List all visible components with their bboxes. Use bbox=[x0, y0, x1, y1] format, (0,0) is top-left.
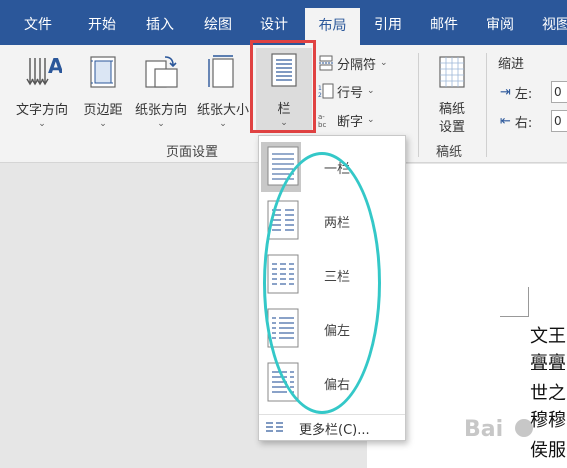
columns-icon bbox=[271, 53, 297, 87]
menu-item-label: 偏右 bbox=[324, 378, 351, 393]
margins-button[interactable]: 页边距 ⌄ bbox=[76, 53, 130, 129]
hyphenation-icon: a- bc bbox=[318, 113, 326, 128]
margins-label: 页边距 bbox=[83, 103, 123, 118]
chevron-down-icon: ⌄ bbox=[280, 118, 288, 128]
document-line: 文王 bbox=[530, 326, 566, 347]
two-columns-icon bbox=[267, 200, 299, 240]
paper-size-icon bbox=[208, 55, 234, 88]
three-columns-icon bbox=[267, 254, 299, 294]
menu-item-three-columns[interactable]: 三栏 bbox=[259, 248, 405, 300]
menu-item-one-column[interactable]: 一栏 bbox=[259, 140, 405, 192]
right-column-icon bbox=[267, 362, 299, 402]
breaks-icon bbox=[319, 55, 333, 71]
tab-references[interactable]: 引用 bbox=[362, 0, 414, 45]
menu-item-left[interactable]: 偏左 bbox=[259, 302, 405, 354]
tab-file[interactable]: 文件 bbox=[10, 0, 66, 45]
tab-home[interactable]: 开始 bbox=[76, 0, 128, 45]
svg-text:bc: bc bbox=[318, 121, 326, 128]
text-direction-label: 文字方向 bbox=[15, 103, 68, 118]
menu-item-label: 偏左 bbox=[324, 324, 351, 339]
line-numbers-label: 行号 bbox=[337, 85, 364, 101]
crop-mark bbox=[528, 287, 529, 317]
manuscript-settings-button[interactable]: 稿纸 设置 bbox=[426, 53, 478, 137]
tab-draw[interactable]: 绘图 bbox=[192, 0, 244, 45]
tab-review[interactable]: 审阅 bbox=[474, 0, 526, 45]
margins-icon bbox=[90, 56, 116, 88]
more-columns-label: 更多栏(C)... bbox=[299, 423, 370, 438]
indent-right-label: 右: bbox=[514, 116, 533, 131]
left-column-icon bbox=[267, 308, 299, 348]
manuscript-icon bbox=[439, 56, 465, 88]
indent-right-icon: ⇤ bbox=[500, 114, 511, 129]
page-setup-group-label: 页面设置 bbox=[166, 145, 219, 160]
breaks-label: 分隔符 bbox=[337, 57, 377, 73]
indent-left-label: 左: bbox=[514, 87, 533, 102]
menu-item-label: 两栏 bbox=[324, 216, 351, 231]
tab-insert[interactable]: 插入 bbox=[134, 0, 186, 45]
group-divider bbox=[486, 53, 487, 157]
chevron-down-icon: ⌄ bbox=[367, 115, 375, 125]
menu-item-two-columns[interactable]: 两栏 bbox=[259, 194, 405, 246]
text-direction-icon: A bbox=[26, 54, 62, 86]
more-columns-icon bbox=[266, 422, 283, 432]
breaks-button[interactable]: 分隔符 ⌄ bbox=[318, 51, 388, 75]
line-numbers-icon: 1 2 bbox=[318, 83, 334, 99]
hyphenation-label: 断字 bbox=[337, 114, 364, 130]
chevron-down-icon: ⌄ bbox=[380, 58, 388, 68]
more-columns-button[interactable]: 更多栏(C)... bbox=[259, 414, 405, 440]
menu-item-right[interactable]: 偏右 bbox=[259, 356, 405, 408]
tab-mailings[interactable]: 邮件 bbox=[418, 0, 470, 45]
columns-label: 栏 bbox=[277, 102, 291, 117]
indent-right-row: ⇤ 右: bbox=[500, 112, 532, 131]
tab-layout[interactable]: 布局 bbox=[305, 8, 360, 45]
columns-button[interactable]: 栏 ⌄ bbox=[256, 48, 312, 132]
chevron-down-icon: ⌄ bbox=[219, 119, 227, 129]
document-line: 亹亹 bbox=[530, 353, 566, 374]
orientation-button[interactable]: 纸张方向 ⌄ bbox=[130, 53, 192, 129]
manuscript-group-label: 稿纸 bbox=[436, 145, 463, 160]
svg-text:Bai: Bai bbox=[464, 417, 503, 442]
manuscript-label-2: 设置 bbox=[438, 120, 465, 135]
chevron-down-icon: ⌄ bbox=[99, 119, 107, 129]
chevron-down-icon: ⌄ bbox=[38, 119, 46, 129]
indent-left-field[interactable]: 0 bbox=[551, 81, 567, 103]
size-label: 纸张大小 bbox=[196, 103, 249, 118]
indent-label: 缩进 bbox=[498, 57, 525, 72]
line-numbers-button[interactable]: 1 2 行号 ⌄ bbox=[318, 79, 375, 103]
columns-dropdown-menu: 一栏 两栏 三栏 偏左 偏右 更多栏(C)... bbox=[258, 135, 406, 441]
manuscript-label-1: 稿纸 bbox=[438, 102, 465, 117]
group-divider bbox=[418, 53, 419, 157]
tab-design[interactable]: 设计 bbox=[248, 0, 300, 45]
crop-mark bbox=[500, 316, 529, 317]
watermark-logo: Bai bbox=[464, 417, 533, 442]
svg-text:A: A bbox=[48, 54, 62, 78]
orientation-icon bbox=[145, 56, 178, 88]
svg-text:2: 2 bbox=[318, 92, 322, 99]
chevron-down-icon: ⌄ bbox=[157, 119, 165, 129]
menu-item-label: 一栏 bbox=[324, 162, 351, 177]
chevron-down-icon: ⌄ bbox=[367, 86, 375, 96]
text-direction-button[interactable]: A 文字方向 ⌄ bbox=[8, 53, 76, 129]
svg-text:1: 1 bbox=[318, 85, 322, 92]
ribbon-tab-bar: 文件 开始 插入 绘图 设计 布局 引用 邮件 审阅 视图 bbox=[0, 0, 567, 45]
document-line: 世之 bbox=[530, 383, 566, 404]
tab-view[interactable]: 视图 bbox=[530, 0, 567, 45]
orientation-label: 纸张方向 bbox=[134, 103, 187, 118]
hyphenation-button[interactable]: a- bc 断字 ⌄ bbox=[318, 108, 375, 132]
size-button[interactable]: 纸张大小 ⌄ bbox=[192, 53, 254, 129]
menu-item-label: 三栏 bbox=[324, 270, 351, 285]
svg-text:a-: a- bbox=[318, 113, 325, 121]
one-column-icon bbox=[267, 146, 299, 186]
indent-right-field[interactable]: 0 bbox=[551, 110, 567, 132]
indent-left-icon: ⇥ bbox=[500, 85, 511, 100]
indent-left-row: ⇥ 左: bbox=[500, 83, 532, 102]
